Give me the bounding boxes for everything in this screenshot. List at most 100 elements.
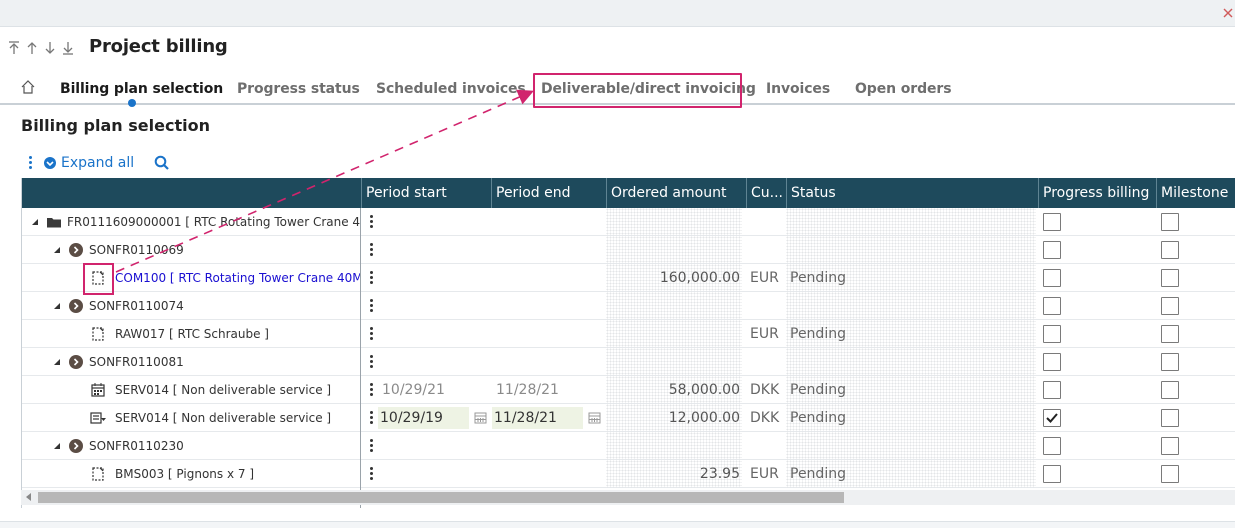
progress-billing-checkbox[interactable] [1043, 325, 1061, 343]
milestone-checkbox[interactable] [1161, 353, 1179, 371]
row-actions-icon[interactable] [369, 467, 375, 481]
status-value: Pending [790, 270, 846, 286]
status-cell [786, 236, 1036, 264]
column-header-progress-billing[interactable]: Progress billing [1038, 178, 1156, 208]
currency-value: EUR [750, 270, 779, 286]
period-end-input[interactable]: 11/28/21 [492, 407, 583, 429]
tab-open-orders[interactable]: Open orders [855, 81, 952, 97]
record-navigation [7, 40, 75, 56]
milestone-checkbox[interactable] [1161, 325, 1179, 343]
page-title: Project billing [89, 36, 228, 57]
expand-all-button[interactable]: Expand all [61, 155, 134, 171]
progress-billing-checkbox[interactable] [1043, 381, 1061, 399]
previous-record-icon[interactable] [25, 40, 39, 56]
horizontal-scrollbar[interactable] [21, 490, 1235, 505]
ordered-amount-cell [606, 236, 742, 264]
last-record-icon[interactable] [61, 40, 75, 56]
top-bar [0, 0, 1235, 27]
progress-billing-checkbox[interactable] [1043, 409, 1061, 427]
active-tab-indicator [128, 99, 136, 107]
search-icon[interactable] [154, 155, 170, 171]
tab-billing-plan-selection[interactable]: Billing plan selection [60, 81, 223, 97]
tree-cell: COM100 [ RTC Rotating Tower Crane 40M ] [22, 264, 360, 292]
tree-cell: SONFR0110069 [22, 236, 360, 264]
milestone-checkbox[interactable] [1161, 269, 1179, 287]
tree-item-label: SERV014 [ Non deliverable service ] [115, 383, 332, 397]
currency-value [750, 432, 786, 460]
more-actions-icon[interactable] [27, 155, 33, 171]
tree-cell: RAW017 [ RTC Schraube ] [22, 320, 360, 348]
tab-invoices[interactable]: Invoices [766, 81, 830, 97]
chevron-down-circle-icon[interactable] [43, 156, 57, 170]
row-actions-icon[interactable] [369, 439, 375, 453]
milestone-checkbox[interactable] [1161, 409, 1179, 427]
expand-triangle-icon[interactable] [52, 357, 62, 367]
column-header-ordered-amount[interactable]: Ordered amount [606, 178, 746, 208]
row-actions-icon[interactable] [369, 215, 375, 229]
period-end-value [496, 264, 596, 292]
item-link[interactable]: COM100 [ RTC Rotating Tower Crane 40M ] [115, 264, 360, 292]
tree-cell: FR0111609000001 [ RTC Rotating Tower Cra… [22, 208, 360, 236]
order-circle-icon [69, 355, 83, 369]
grid-header: Period start Period end Ordered amount C… [22, 178, 1235, 208]
status-cell [786, 208, 1036, 236]
currency-value: DKK [750, 382, 780, 398]
status-value: Pending [790, 382, 846, 398]
period-start-value [382, 236, 482, 264]
milestone-checkbox[interactable] [1161, 213, 1179, 231]
expand-triangle-icon[interactable] [52, 441, 62, 451]
row-actions-icon[interactable] [369, 355, 375, 369]
ordered-amount-value: 160,000.00 [659, 270, 740, 286]
ordered-amount-cell [606, 348, 742, 376]
scrollbar-thumb[interactable] [38, 492, 844, 503]
expand-triangle-icon[interactable] [52, 245, 62, 255]
milestone-checkbox[interactable] [1161, 465, 1179, 483]
column-header-status[interactable]: Status [786, 178, 1038, 208]
milestone-checkbox[interactable] [1161, 381, 1179, 399]
row-actions-icon[interactable] [369, 299, 375, 313]
section-title: Billing plan selection [21, 116, 210, 135]
progress-billing-checkbox[interactable] [1043, 269, 1061, 287]
milestone-checkbox[interactable] [1161, 241, 1179, 259]
progress-billing-checkbox[interactable] [1043, 297, 1061, 315]
ordered-amount-value: 23.95 [699, 466, 740, 482]
tree-item-label: SONFR0110230 [89, 439, 184, 453]
progress-billing-checkbox[interactable] [1043, 241, 1061, 259]
progress-billing-checkbox[interactable] [1043, 465, 1061, 483]
row-actions-icon[interactable] [369, 271, 375, 285]
calendar-icon[interactable] [474, 411, 487, 424]
home-icon[interactable] [21, 80, 35, 94]
billing-plan-grid: Period start Period end Ordered amount C… [21, 178, 1235, 508]
expand-triangle-icon[interactable] [30, 217, 40, 227]
ordered-amount-cell [606, 320, 742, 348]
status-cell: Pending [786, 460, 1036, 488]
column-header-currency[interactable]: Cu... [746, 178, 786, 208]
milestone-checkbox[interactable] [1161, 297, 1179, 315]
expand-triangle-icon[interactable] [52, 301, 62, 311]
tree-cell: SONFR0110081 [22, 348, 360, 376]
scroll-left-icon[interactable] [26, 493, 32, 501]
table-row: SONFR0110069 [22, 236, 1235, 264]
column-header-period-end[interactable]: Period end [491, 178, 605, 208]
tab-progress-status[interactable]: Progress status [237, 81, 360, 97]
status-cell: Pending [786, 404, 1036, 432]
calendar-icon[interactable] [588, 411, 601, 424]
progress-billing-checkbox[interactable] [1043, 437, 1061, 455]
milestone-checkbox[interactable] [1161, 437, 1179, 455]
column-header-period-start[interactable]: Period start [361, 178, 475, 208]
list-dropdown-icon [90, 412, 106, 424]
period-start-input[interactable]: 10/29/19 [378, 407, 469, 429]
row-actions-icon[interactable] [369, 243, 375, 257]
bottom-strip [0, 521, 1235, 528]
close-x-icon[interactable] [1221, 6, 1235, 20]
tree-cell: SONFR0110074 [22, 292, 360, 320]
progress-billing-checkbox[interactable] [1043, 353, 1061, 371]
row-actions-icon[interactable] [369, 411, 375, 425]
progress-billing-checkbox[interactable] [1043, 213, 1061, 231]
next-record-icon[interactable] [43, 40, 57, 56]
row-actions-icon[interactable] [369, 327, 375, 341]
tab-scheduled-invoices[interactable]: Scheduled invoices [376, 81, 526, 97]
row-actions-icon[interactable] [369, 383, 375, 397]
column-header-milestone[interactable]: Milestone [1156, 178, 1235, 208]
first-record-icon[interactable] [7, 40, 21, 56]
